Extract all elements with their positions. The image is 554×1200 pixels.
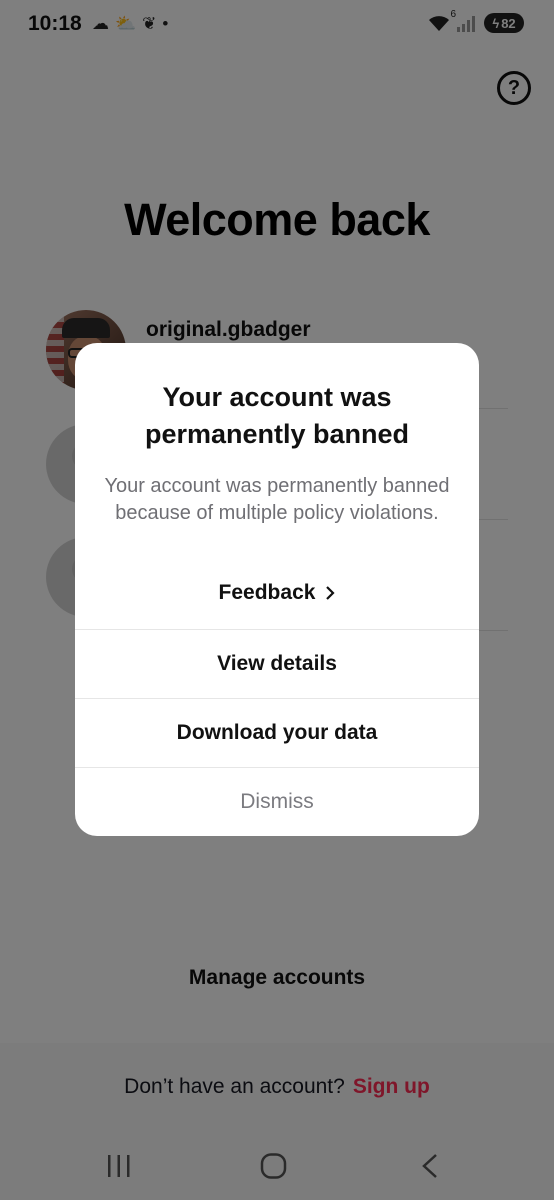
chevron-right-icon <box>326 586 335 600</box>
feedback-label: Feedback <box>218 581 316 604</box>
view-details-button[interactable]: View details <box>75 629 479 698</box>
dismiss-button[interactable]: Dismiss <box>75 767 479 836</box>
download-data-button[interactable]: Download your data <box>75 698 479 767</box>
feedback-link[interactable]: Feedback <box>75 578 479 608</box>
dialog-title: Your account was permanently banned <box>144 382 410 449</box>
dialog-message: Your account was permanently banned beca… <box>104 475 450 524</box>
ban-dialog: Your account was permanently banned Your… <box>75 343 479 836</box>
